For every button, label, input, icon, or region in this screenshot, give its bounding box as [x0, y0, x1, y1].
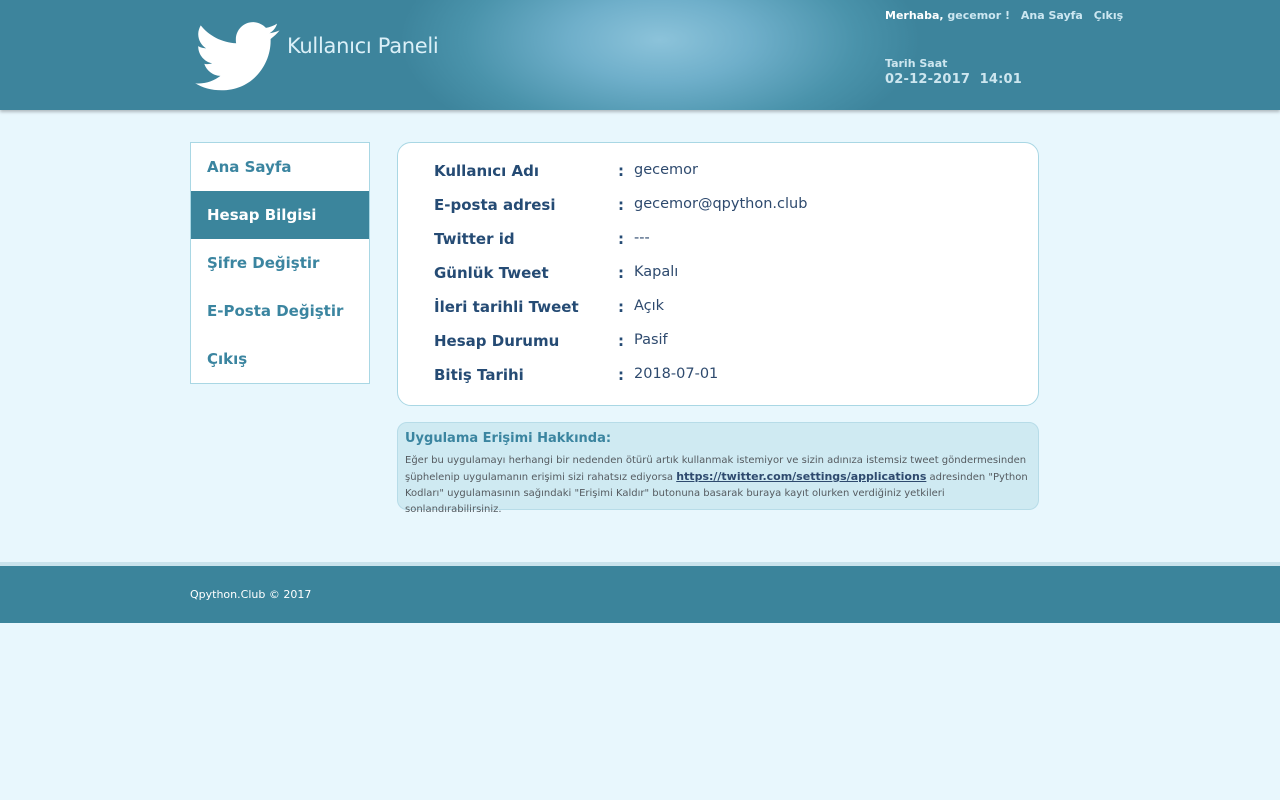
header-bar: Kullanıcı Paneli Merhaba, gecemor ! Ana …: [0, 0, 1280, 110]
info-value: 2018-07-01: [634, 366, 719, 382]
sidebar-item-home[interactable]: Ana Sayfa: [191, 143, 369, 191]
sidebar: Ana Sayfa Hesap Bilgisi Şifre Değiştir E…: [190, 142, 370, 384]
notice-title: Uygulama Erişimi Hakkında:: [405, 431, 612, 446]
sidebar-item-change-email[interactable]: E-Posta Değiştir: [191, 287, 369, 335]
info-value: ---: [634, 230, 650, 246]
notice-body: Eğer bu uygulamayı herhangi bir nedenden…: [405, 453, 1031, 518]
info-colon: :: [618, 162, 624, 180]
app-access-notice: Uygulama Erişimi Hakkında: Eğer bu uygul…: [397, 422, 1039, 515]
info-colon: :: [618, 332, 624, 350]
twitter-bird-icon[interactable]: [195, 22, 281, 94]
info-value: gecemor: [634, 162, 698, 178]
twitter-settings-link[interactable]: https://twitter.com/settings/application…: [676, 470, 926, 483]
datetime-label: Tarih Saat: [885, 57, 948, 70]
info-value: Kapalı: [634, 264, 679, 280]
info-value: Açık: [634, 298, 665, 314]
info-label: Günlük Tweet: [434, 264, 549, 282]
info-label: Bitiş Tarihi: [434, 366, 524, 384]
info-label: Hesap Durumu: [434, 332, 560, 350]
info-colon: :: [618, 264, 624, 282]
app-title: Kullanıcı Paneli: [287, 34, 439, 58]
datetime-value: 02-12-2017 14:01: [885, 72, 1022, 87]
info-label: Twitter id: [434, 230, 515, 248]
footer-bar: Qpython.Club © 2017: [0, 566, 1280, 623]
sidebar-item-change-password[interactable]: Şifre Değiştir: [191, 239, 369, 287]
sidebar-item-account-info[interactable]: Hesap Bilgisi: [191, 191, 369, 239]
greeting-label: Merhaba,: [885, 9, 944, 22]
top-nav: Merhaba, gecemor ! Ana Sayfa Çıkış: [885, 9, 1123, 22]
nav-link-logout[interactable]: Çıkış: [1094, 9, 1123, 22]
username-label: gecemor !: [947, 9, 1011, 22]
info-colon: :: [618, 196, 624, 214]
account-info-card: Kullanıcı Adı : gecemor E-posta adresi :…: [397, 142, 1039, 406]
info-label: E-posta adresi: [434, 196, 556, 214]
info-label: İleri tarihli Tweet: [434, 298, 579, 316]
copyright-text: Qpython.Club © 2017: [190, 588, 312, 601]
info-label: Kullanıcı Adı: [434, 162, 540, 180]
nav-link-home[interactable]: Ana Sayfa: [1021, 9, 1083, 22]
info-colon: :: [618, 230, 624, 248]
info-value: Pasif: [634, 332, 668, 348]
info-colon: :: [618, 298, 624, 316]
sidebar-item-logout[interactable]: Çıkış: [191, 335, 369, 383]
info-value: gecemor@qpython.club: [634, 196, 808, 212]
info-colon: :: [618, 366, 624, 384]
